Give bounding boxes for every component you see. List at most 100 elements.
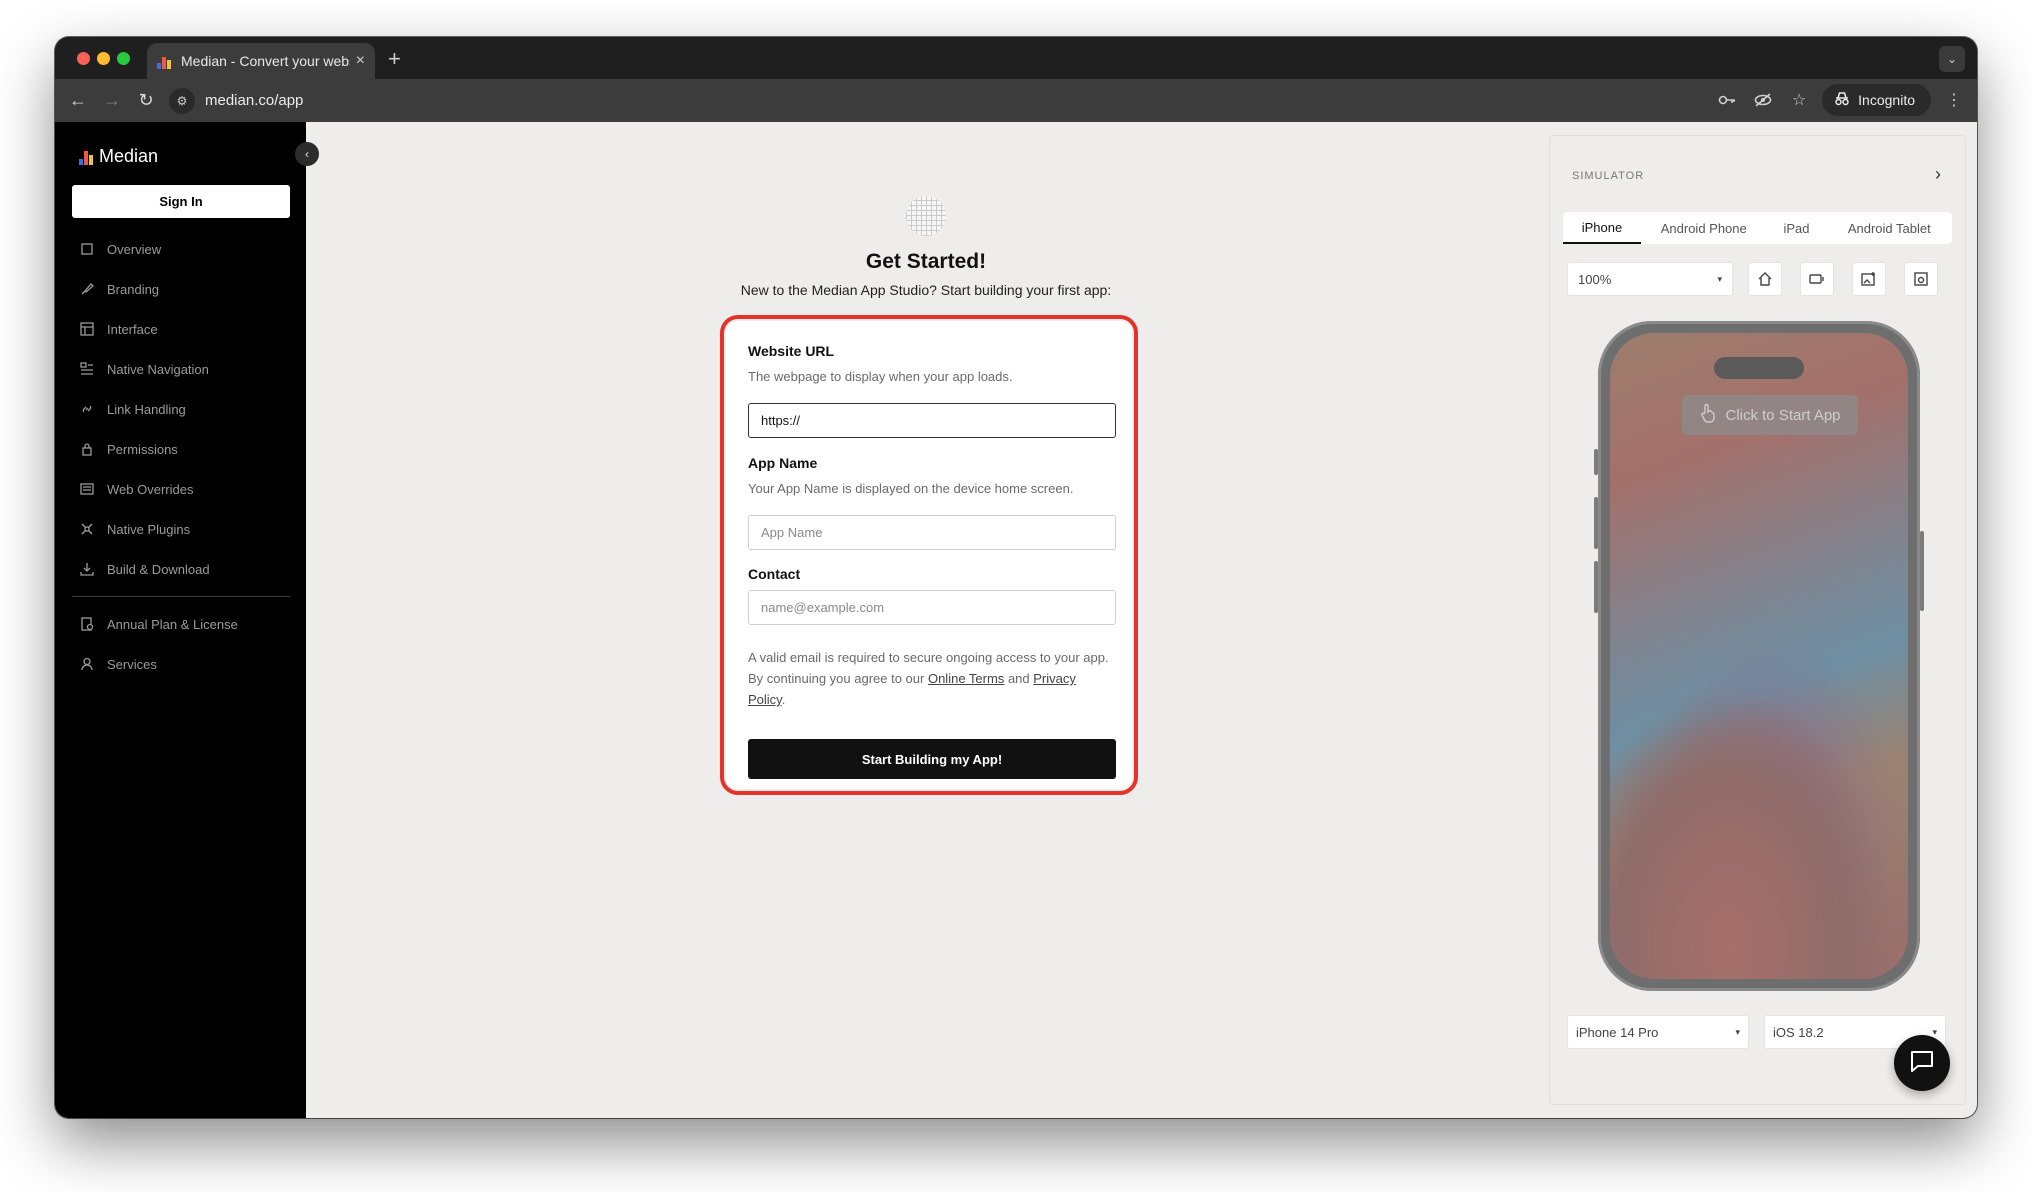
device-model-value: iPhone 14 Pro <box>1576 1024 1659 1040</box>
chevron-down-icon: ▾ <box>1735 1026 1740 1037</box>
os-version-value: iOS 18.2 <box>1773 1024 1824 1040</box>
zoom-value: 100% <box>1578 271 1612 287</box>
incognito-icon <box>1834 91 1850 109</box>
sidebar-item-label: Native Plugins <box>107 521 191 537</box>
sidebar-item-label: Annual Plan & License <box>107 616 238 632</box>
browser-tab[interactable]: Median - Convert your websi × <box>147 43 375 79</box>
sidebar-divider <box>72 596 290 597</box>
phone-volume-up <box>1594 497 1598 549</box>
chat-bubble-icon <box>1909 1049 1935 1078</box>
sidebar-item-interface[interactable]: Interface <box>72 309 290 349</box>
grid-globe-icon <box>906 196 946 236</box>
page-title: Get Started! <box>865 250 987 273</box>
screenshot-icon[interactable] <box>1904 262 1938 296</box>
chevron-right-icon[interactable]: › <box>1935 164 1941 185</box>
start-building-button[interactable]: Start Building my App! <box>748 739 1116 779</box>
password-key-icon[interactable] <box>1714 83 1740 117</box>
hand-pointer-icon <box>1699 403 1717 427</box>
minimize-window-button[interactable] <box>97 52 110 65</box>
tab-android-tablet[interactable]: Android Tablet <box>1827 212 1953 244</box>
page-subtitle: New to the Median App Studio? Start buil… <box>740 282 1112 298</box>
chat-support-button[interactable] <box>1894 1035 1950 1091</box>
incognito-indicator[interactable]: Incognito <box>1822 84 1931 116</box>
new-tab-button[interactable]: + <box>388 46 401 72</box>
app-name-description: Your App Name is displayed on the device… <box>748 481 1074 496</box>
dynamic-island <box>1714 357 1804 379</box>
sidebar-item-label: Interface <box>107 321 158 337</box>
incognito-label: Incognito <box>1858 92 1915 108</box>
address-bar[interactable]: ⚙ median.co/app <box>169 84 303 118</box>
online-terms-link[interactable]: Online Terms <box>928 671 1004 686</box>
collapse-sidebar-button[interactable]: ‹ <box>295 142 319 166</box>
site-settings-icon[interactable]: ⚙ <box>169 87 195 114</box>
device-model-select[interactable]: iPhone 14 Pro ▾ <box>1567 1015 1749 1049</box>
navigation-icon <box>80 362 94 376</box>
brand-name: Median <box>99 146 159 166</box>
median-logo[interactable]: Median <box>79 146 158 167</box>
browser-menu-icon[interactable]: ⋮ <box>1941 83 1967 117</box>
tab-android-phone[interactable]: Android Phone <box>1641 212 1767 244</box>
user-icon <box>80 657 94 671</box>
sidebar-item-build-download[interactable]: Build & Download <box>72 549 290 589</box>
download-icon <box>80 562 94 576</box>
bookmark-star-icon[interactable]: ☆ <box>1786 83 1812 117</box>
sidebar-item-permissions[interactable]: Permissions <box>72 429 290 469</box>
terms-period: . <box>781 692 786 707</box>
chevron-down-icon: ▾ <box>1717 273 1722 284</box>
code-icon <box>80 482 94 496</box>
phone-power-button <box>1920 531 1924 611</box>
app-name-input[interactable] <box>748 515 1116 550</box>
license-icon <box>80 617 94 631</box>
phone-volume-down <box>1594 561 1598 613</box>
forward-arrow-icon[interactable]: → <box>95 84 129 118</box>
website-url-description: The webpage to display when your app loa… <box>748 369 1013 384</box>
sign-in-button[interactable]: Sign In <box>72 185 290 218</box>
lock-icon <box>80 442 94 456</box>
tab-search-button[interactable]: ⌄ <box>1939 46 1965 72</box>
zoom-select[interactable]: 100% ▾ <box>1567 262 1733 296</box>
website-url-input[interactable] <box>748 403 1116 438</box>
maximize-window-button[interactable] <box>117 52 130 65</box>
phone-screen[interactable]: Click to Start App <box>1610 333 1908 979</box>
reload-icon[interactable]: ↻ <box>129 84 163 118</box>
sidebar-item-services[interactable]: Services <box>72 644 290 684</box>
median-logo-icon <box>79 149 93 165</box>
sidebar-item-link-handling[interactable]: Link Handling <box>72 389 290 429</box>
sidebar-item-label: Permissions <box>107 441 178 457</box>
sidebar-item-native-plugins[interactable]: Native Plugins <box>72 509 290 549</box>
sidebar-item-label: Services <box>107 656 157 672</box>
back-arrow-icon[interactable]: ← <box>61 84 95 118</box>
get-started-form: Website URL The webpage to display when … <box>726 321 1132 789</box>
simulator-panel: SIMULATOR › iPhone Android Phone iPad An… <box>1549 135 1966 1105</box>
home-icon[interactable] <box>1748 262 1782 296</box>
tab-ipad[interactable]: iPad <box>1767 212 1827 244</box>
contact-label: Contact <box>748 566 801 582</box>
sidebar-item-label: Build & Download <box>107 561 210 577</box>
browser-toolbar: ← → ↻ ⚙ median.co/app ☆ Incognito ⋮ <box>55 79 1977 122</box>
contact-email-input[interactable] <box>748 590 1116 625</box>
rotate-device-icon[interactable] <box>1800 262 1834 296</box>
close-window-button[interactable] <box>77 52 90 65</box>
add-image-icon[interactable] <box>1852 262 1886 296</box>
start-app-label: Click to Start App <box>1725 406 1841 424</box>
sidebar-item-label: Link Handling <box>107 401 186 417</box>
browser-window: Median - Convert your websi × + ⌄ ← → ↻ … <box>55 37 1977 1118</box>
sidebar-item-label: Web Overrides <box>107 481 194 497</box>
device-tabs: iPhone Android Phone iPad Android Tablet <box>1563 212 1952 244</box>
sidebar-item-native-navigation[interactable]: Native Navigation <box>72 349 290 389</box>
simulator-heading: SIMULATOR <box>1572 170 1645 182</box>
tab-close-icon[interactable]: × <box>356 52 365 70</box>
url-text: median.co/app <box>205 92 304 109</box>
page-content: Median Sign In Overview Branding Interfa… <box>55 122 1977 1118</box>
tab-title: Median - Convert your websi <box>181 53 350 69</box>
start-app-button[interactable]: Click to Start App <box>1682 395 1858 435</box>
phone-side-button <box>1594 449 1598 475</box>
terms-and-text: and <box>1007 671 1030 686</box>
sidebar-item-annual-plan[interactable]: Annual Plan & License <box>72 604 290 644</box>
iphone-frame: Click to Start App <box>1594 321 1924 991</box>
sidebar-item-web-overrides[interactable]: Web Overrides <box>72 469 290 509</box>
link-icon <box>80 402 94 416</box>
eye-slash-icon[interactable] <box>1750 83 1776 117</box>
tab-iphone[interactable]: iPhone <box>1563 212 1641 244</box>
sidebar-item-label: Native Navigation <box>107 361 209 377</box>
